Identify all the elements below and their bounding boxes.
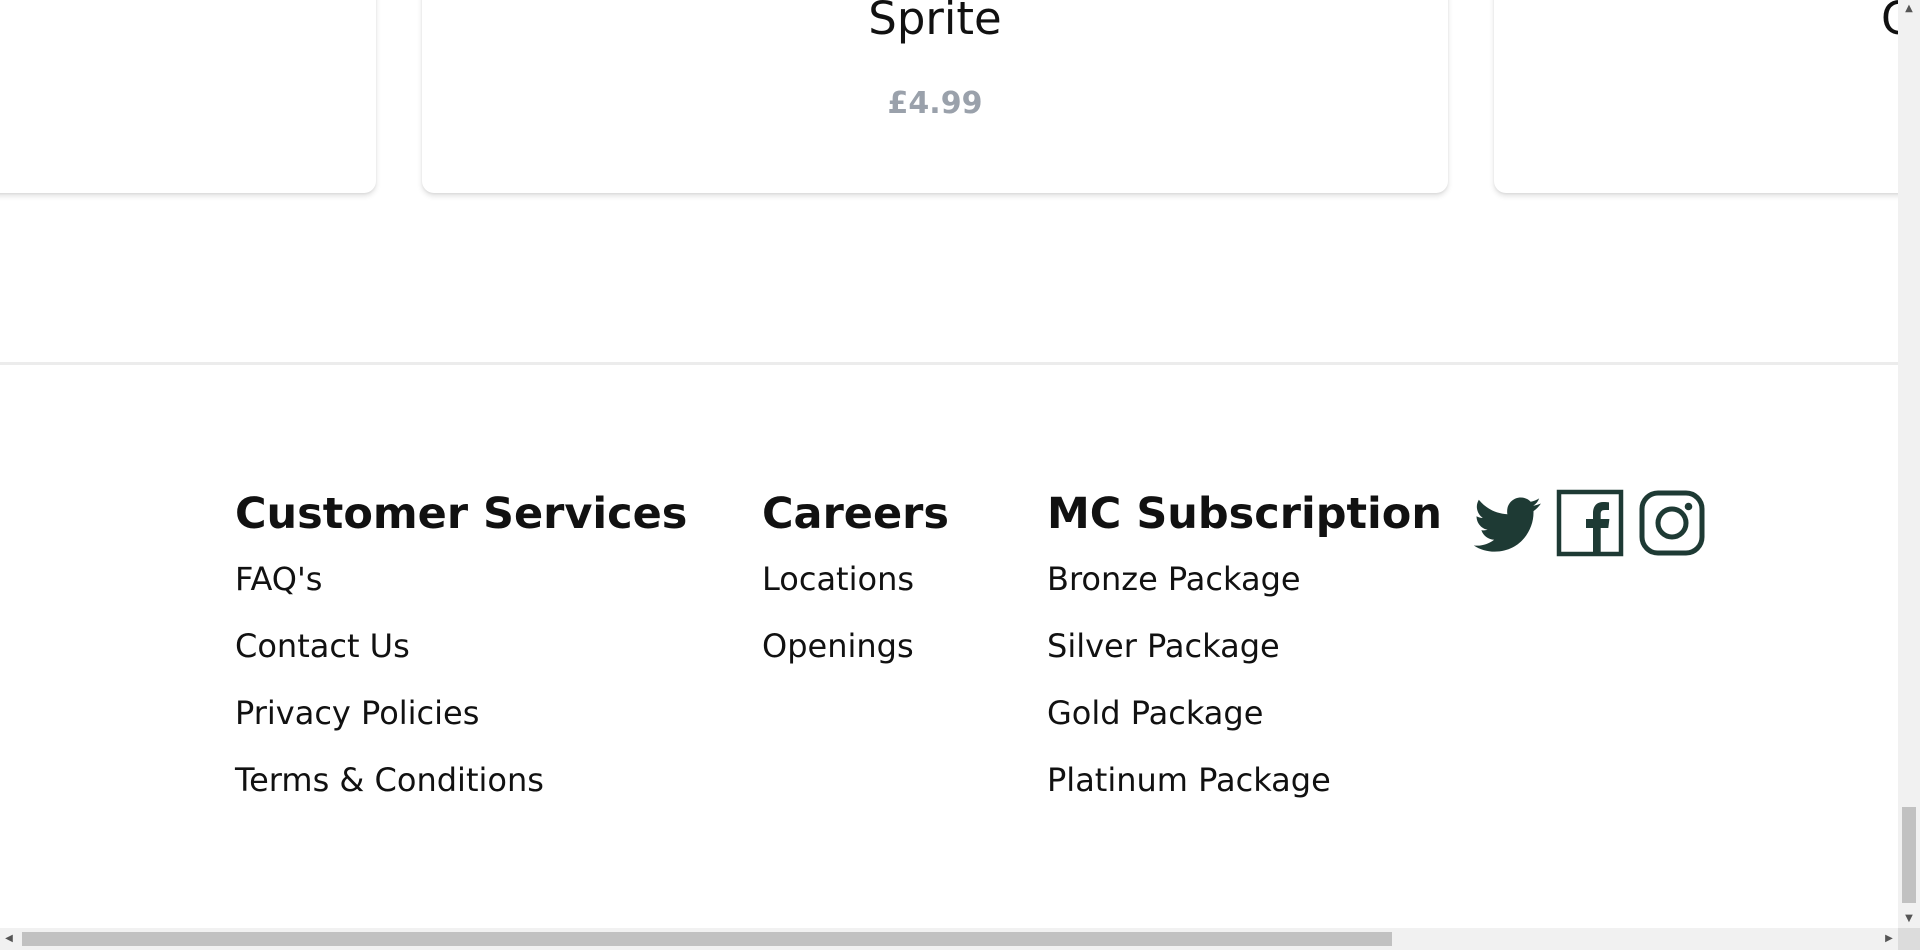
footer-heading: Customer Services [235,489,688,539]
footer-link-contact-us[interactable]: Contact Us [235,613,687,680]
product-card-sprite[interactable]: Sprite £4.99 [422,0,1448,193]
facebook-icon[interactable] [1556,489,1624,557]
product-card-left[interactable] [0,0,376,193]
product-title: C [1881,0,1898,45]
horizontal-scrollbar-thumb[interactable] [22,932,1392,946]
footer-link-platinum-package[interactable]: Platinum Package [1047,747,1442,814]
instagram-icon[interactable] [1638,489,1706,557]
twitter-icon[interactable] [1473,489,1542,557]
product-card-right[interactable]: C [1494,0,1898,193]
footer-column-mc-subscription: MC Subscription Bronze Package Silver Pa… [1047,490,1442,814]
footer-link-openings[interactable]: Openings [762,613,949,680]
scroll-up-arrow-icon[interactable]: ▲ [1898,0,1920,18]
horizontal-scrollbar[interactable]: ◀ ▶ [0,928,1898,950]
scroll-left-arrow-icon[interactable]: ◀ [0,928,18,950]
footer-link-bronze-package[interactable]: Bronze Package [1047,546,1442,613]
social-links [1473,489,1706,557]
vertical-scrollbar-thumb[interactable] [1902,807,1916,903]
footer-divider [0,362,1898,365]
footer-link-locations[interactable]: Locations [762,546,949,613]
vertical-scrollbar[interactable]: ▲ ▼ [1898,0,1920,950]
scroll-right-arrow-icon[interactable]: ▶ [1880,928,1898,950]
scrollbar-corner [1898,928,1920,950]
footer-link-gold-package[interactable]: Gold Package [1047,680,1442,747]
product-price: £4.99 [887,86,983,121]
footer-heading: Careers [762,489,949,539]
footer-link-terms-conditions[interactable]: Terms & Conditions [235,747,687,814]
product-title: Sprite [868,0,1002,45]
page-viewport: Sprite £4.99 C Customer Services FAQ's C… [0,0,1898,929]
footer-link-faqs[interactable]: FAQ's [235,546,687,613]
footer-heading: MC Subscription [1047,489,1442,539]
footer-column-customer-services: Customer Services FAQ's Contact Us Priva… [235,490,687,814]
scroll-down-arrow-icon[interactable]: ▼ [1898,910,1920,928]
footer-link-privacy-policies[interactable]: Privacy Policies [235,680,687,747]
footer-column-careers: Careers Locations Openings [762,490,949,680]
footer-link-silver-package[interactable]: Silver Package [1047,613,1442,680]
